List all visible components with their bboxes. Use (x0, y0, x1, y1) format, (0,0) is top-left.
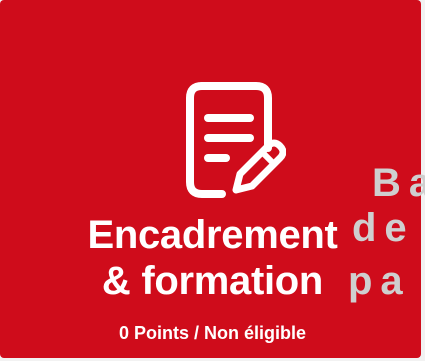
page-frame: Encadrement & formation 0 Points / Non é… (0, 0, 425, 361)
category-card[interactable]: Encadrement & formation 0 Points / Non é… (0, 0, 421, 358)
card-subtitle: 0 Points / Non éligible (118, 323, 307, 343)
overlay-text-line-2: de (352, 206, 415, 250)
overlay-text-line-3: pa (348, 259, 411, 303)
overlay-text-line-1: Ba (372, 161, 425, 205)
document-edit-icon (186, 82, 286, 198)
